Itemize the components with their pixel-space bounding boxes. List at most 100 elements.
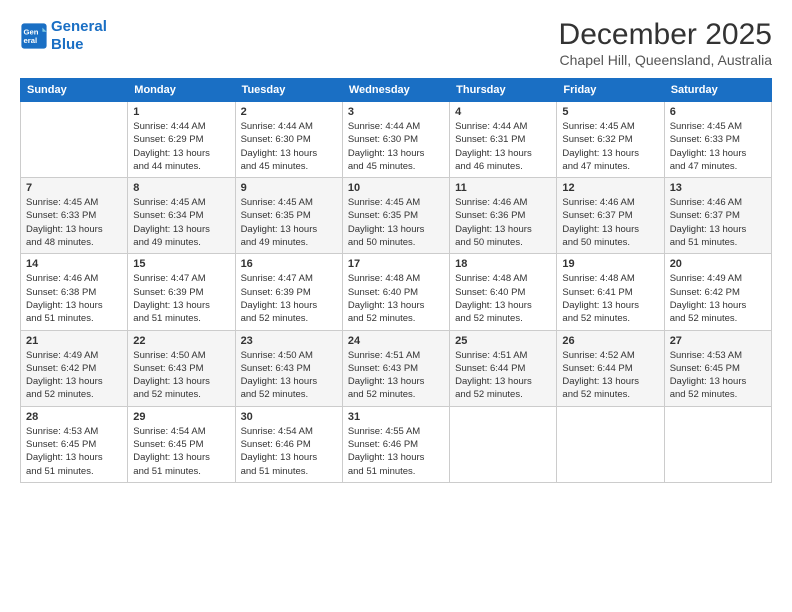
logo: Gen eral General Blue [20,18,107,54]
day-number: 24 [348,335,444,347]
day-number: 1 [133,106,229,118]
day-number: 31 [348,411,444,423]
day-info: Sunrise: 4:53 AM Sunset: 6:45 PM Dayligh… [26,425,122,478]
calendar-cell: 17Sunrise: 4:48 AM Sunset: 6:40 PM Dayli… [342,254,449,330]
day-number: 17 [348,258,444,270]
month-title: December 2025 [559,18,772,52]
subtitle: Chapel Hill, Queensland, Australia [559,52,772,68]
calendar-cell: 21 Sunrise: 4:49 AM Sunset: 6:42 PM Dayli… [21,330,128,406]
calendar-cell: 24 Sunrise: 4:51 AM Sunset: 6:43 PM Dayli… [342,330,449,406]
day-info: Sunrise: 4:53 AM Sunset: 6:45 PM Dayligh… [670,349,766,402]
day-info: Sunrise: 4:50 AM Sunset: 6:43 PM Dayligh… [241,349,337,402]
day-info: Sunrise: 4:54 AM Sunset: 6:46 PM Dayligh… [241,425,337,478]
weekday-header-row: SundayMondayTuesdayWednesdayThursdayFrid… [21,79,772,102]
calendar-cell: 22Sunrise: 4:50 AM Sunset: 6:43 PM Dayli… [128,330,235,406]
day-number: 10 [348,182,444,194]
day-info: Sunrise: 4:44 AM Sunset: 6:30 PM Dayligh… [241,120,337,173]
calendar-cell: 1 Sunrise: 4:44 AM Sunset: 6:29 PM Daylig… [128,102,235,178]
calendar-cell [664,406,771,482]
day-number: 2 [241,106,337,118]
week-row-3: 14 Sunrise: 4:46 AM Sunset: 6:38 PM Dayli… [21,254,772,330]
day-number: 9 [241,182,337,194]
calendar-cell: 6Sunrise: 4:45 AM Sunset: 6:33 PM Daylig… [664,102,771,178]
calendar-cell: 23Sunrise: 4:50 AM Sunset: 6:43 PM Dayli… [235,330,342,406]
calendar-cell: 10Sunrise: 4:45 AM Sunset: 6:35 PM Dayli… [342,178,449,254]
logo-line1: General [51,18,107,35]
day-info: Sunrise: 4:51 AM Sunset: 6:44 PM Dayligh… [455,349,551,402]
weekday-header-friday: Friday [557,79,664,102]
day-number: 22 [133,335,229,347]
calendar-cell: 16Sunrise: 4:47 AM Sunset: 6:39 PM Dayli… [235,254,342,330]
calendar-cell: 18Sunrise: 4:48 AM Sunset: 6:40 PM Dayli… [450,254,557,330]
day-number: 12 [562,182,658,194]
day-number: 19 [562,258,658,270]
day-info: Sunrise: 4:46 AM Sunset: 6:37 PM Dayligh… [562,196,658,249]
calendar-cell: 5 Sunrise: 4:45 AM Sunset: 6:32 PM Daylig… [557,102,664,178]
day-info: Sunrise: 4:47 AM Sunset: 6:39 PM Dayligh… [241,272,337,325]
week-row-5: 28 Sunrise: 4:53 AM Sunset: 6:45 PM Dayli… [21,406,772,482]
day-info: Sunrise: 4:48 AM Sunset: 6:40 PM Dayligh… [455,272,551,325]
day-info: Sunrise: 4:48 AM Sunset: 6:41 PM Dayligh… [562,272,658,325]
calendar-cell: 20 Sunrise: 4:49 AM Sunset: 6:42 PM Dayli… [664,254,771,330]
calendar-cell: 31 Sunrise: 4:55 AM Sunset: 6:46 PM Dayli… [342,406,449,482]
calendar-cell: 19 Sunrise: 4:48 AM Sunset: 6:41 PM Dayli… [557,254,664,330]
day-info: Sunrise: 4:49 AM Sunset: 6:42 PM Dayligh… [670,272,766,325]
title-block: December 2025 Chapel Hill, Queensland, A… [559,18,772,68]
day-info: Sunrise: 4:44 AM Sunset: 6:30 PM Dayligh… [348,120,444,173]
day-info: Sunrise: 4:54 AM Sunset: 6:45 PM Dayligh… [133,425,229,478]
header: Gen eral General Blue December 2025 Chap… [20,18,772,68]
day-number: 4 [455,106,551,118]
week-row-4: 21 Sunrise: 4:49 AM Sunset: 6:42 PM Dayli… [21,330,772,406]
calendar-cell: 14 Sunrise: 4:46 AM Sunset: 6:38 PM Dayli… [21,254,128,330]
calendar-cell: 2 Sunrise: 4:44 AM Sunset: 6:30 PM Daylig… [235,102,342,178]
day-info: Sunrise: 4:51 AM Sunset: 6:43 PM Dayligh… [348,349,444,402]
calendar-cell: 25Sunrise: 4:51 AM Sunset: 6:44 PM Dayli… [450,330,557,406]
day-number: 13 [670,182,766,194]
calendar-cell: 7Sunrise: 4:45 AM Sunset: 6:33 PM Daylig… [21,178,128,254]
weekday-header-sunday: Sunday [21,79,128,102]
day-number: 11 [455,182,551,194]
weekday-header-monday: Monday [128,79,235,102]
day-info: Sunrise: 4:45 AM Sunset: 6:32 PM Dayligh… [562,120,658,173]
calendar-cell: 11 Sunrise: 4:46 AM Sunset: 6:36 PM Dayli… [450,178,557,254]
calendar-cell [450,406,557,482]
day-number: 5 [562,106,658,118]
day-number: 14 [26,258,122,270]
logo-line2: Blue [51,36,84,53]
svg-text:eral: eral [24,36,38,45]
day-info: Sunrise: 4:46 AM Sunset: 6:38 PM Dayligh… [26,272,122,325]
calendar-cell: 8Sunrise: 4:45 AM Sunset: 6:34 PM Daylig… [128,178,235,254]
day-info: Sunrise: 4:44 AM Sunset: 6:31 PM Dayligh… [455,120,551,173]
day-number: 21 [26,335,122,347]
day-info: Sunrise: 4:47 AM Sunset: 6:39 PM Dayligh… [133,272,229,325]
calendar-cell: 27 Sunrise: 4:53 AM Sunset: 6:45 PM Dayli… [664,330,771,406]
day-number: 20 [670,258,766,270]
day-info: Sunrise: 4:45 AM Sunset: 6:33 PM Dayligh… [26,196,122,249]
day-info: Sunrise: 4:44 AM Sunset: 6:29 PM Dayligh… [133,120,229,173]
day-number: 26 [562,335,658,347]
calendar-page: Gen eral General Blue December 2025 Chap… [0,0,792,612]
calendar-cell: 13 Sunrise: 4:46 AM Sunset: 6:37 PM Dayli… [664,178,771,254]
calendar-cell: 29Sunrise: 4:54 AM Sunset: 6:45 PM Dayli… [128,406,235,482]
calendar-cell: 28 Sunrise: 4:53 AM Sunset: 6:45 PM Dayli… [21,406,128,482]
day-info: Sunrise: 4:55 AM Sunset: 6:46 PM Dayligh… [348,425,444,478]
day-info: Sunrise: 4:45 AM Sunset: 6:33 PM Dayligh… [670,120,766,173]
day-number: 15 [133,258,229,270]
weekday-header-thursday: Thursday [450,79,557,102]
week-row-2: 7Sunrise: 4:45 AM Sunset: 6:33 PM Daylig… [21,178,772,254]
day-number: 8 [133,182,229,194]
logo-icon: Gen eral [20,22,48,50]
day-number: 27 [670,335,766,347]
calendar-cell: 26Sunrise: 4:52 AM Sunset: 6:44 PM Dayli… [557,330,664,406]
calendar-cell: 15 Sunrise: 4:47 AM Sunset: 6:39 PM Dayli… [128,254,235,330]
day-info: Sunrise: 4:49 AM Sunset: 6:42 PM Dayligh… [26,349,122,402]
weekday-header-tuesday: Tuesday [235,79,342,102]
day-number: 28 [26,411,122,423]
day-number: 3 [348,106,444,118]
calendar-cell: 4 Sunrise: 4:44 AM Sunset: 6:31 PM Daylig… [450,102,557,178]
calendar-table: SundayMondayTuesdayWednesdayThursdayFrid… [20,78,772,483]
day-info: Sunrise: 4:46 AM Sunset: 6:36 PM Dayligh… [455,196,551,249]
svg-text:Gen: Gen [24,28,39,37]
calendar-cell: 30Sunrise: 4:54 AM Sunset: 6:46 PM Dayli… [235,406,342,482]
day-info: Sunrise: 4:46 AM Sunset: 6:37 PM Dayligh… [670,196,766,249]
